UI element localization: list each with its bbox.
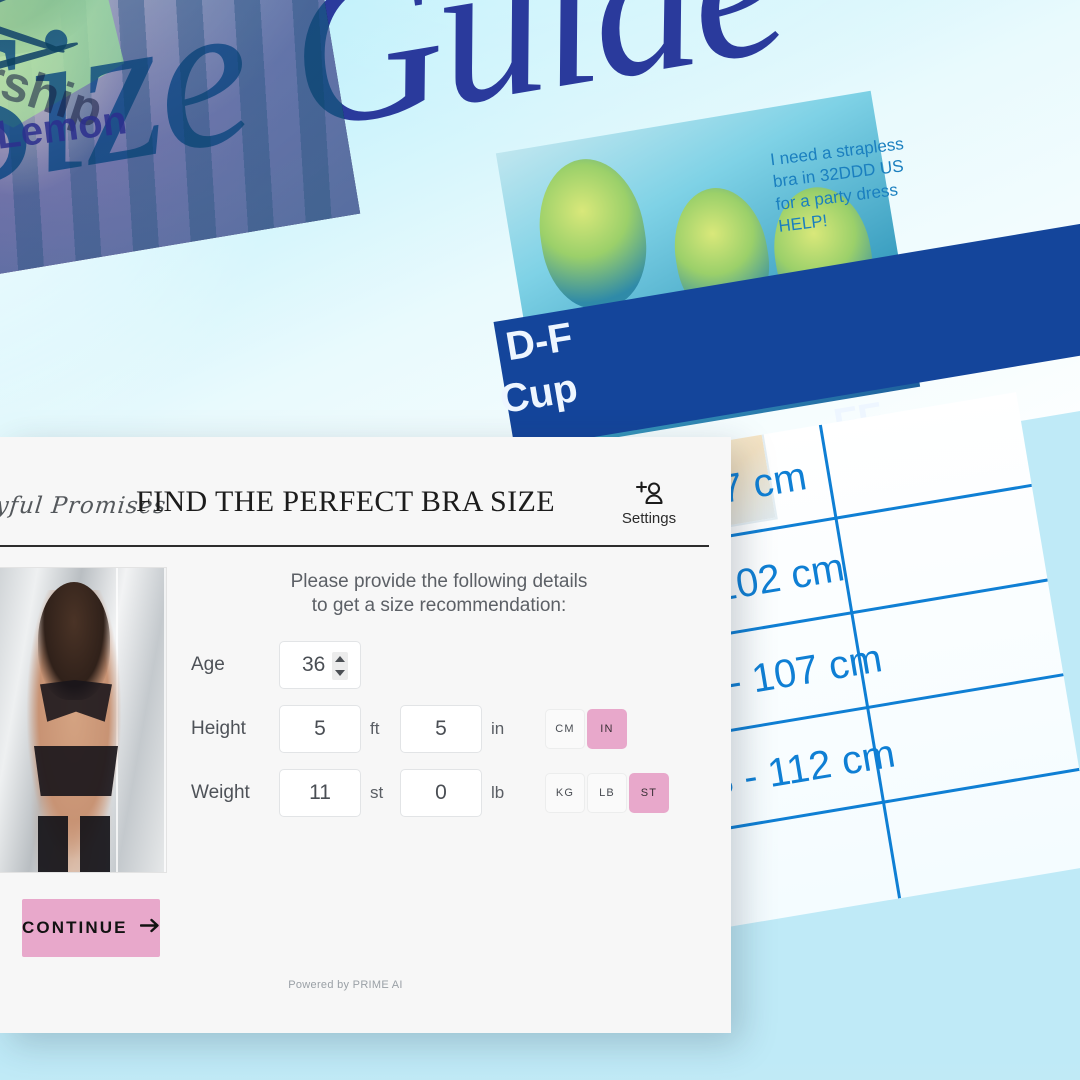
background-bottom-fade: [0, 1060, 1080, 1080]
weight-unit-kg[interactable]: KG: [545, 772, 585, 813]
weight-unit-lb[interactable]: LB: [587, 772, 627, 813]
continue-button[interactable]: CONTINUE: [22, 899, 160, 957]
widget-body: Please provide the following details to …: [0, 547, 731, 873]
weight-stone-input[interactable]: 11: [279, 768, 361, 817]
settings-label: Settings: [621, 510, 677, 527]
powered-by-footer: Powered by PRIME AI: [288, 979, 403, 991]
height-feet-value: 5: [314, 716, 326, 740]
weight-unit-toggle: KG LB ST: [545, 772, 671, 813]
weight-row: Weight 11 st 0 lb KG LB ST: [183, 768, 709, 817]
continue-label: CONTINUE: [22, 918, 128, 937]
model-photo: [0, 567, 167, 873]
height-inches-unit: in: [491, 718, 505, 738]
weight-unit-st[interactable]: ST: [629, 772, 669, 813]
widget-header: Playful Promises FIND THE PERFECT BRA SI…: [0, 437, 731, 547]
age-value: 36: [302, 652, 326, 676]
weight-pounds-value: 0: [435, 780, 447, 804]
measurement-form: Please provide the following details to …: [167, 567, 731, 873]
height-inches-value: 5: [435, 716, 447, 740]
form-instructions: Please provide the following details to …: [183, 570, 709, 619]
height-unit-toggle: CM IN: [545, 708, 629, 749]
height-feet-unit: ft: [370, 718, 380, 738]
height-label: Height: [191, 717, 246, 739]
weight-stone-unit: st: [370, 782, 384, 802]
age-label: Age: [191, 653, 225, 675]
settings-button[interactable]: Settings: [601, 481, 697, 527]
age-input[interactable]: 36: [279, 640, 361, 689]
age-row: Age 36: [183, 640, 709, 689]
weight-pounds-unit: lb: [491, 782, 505, 802]
bra-size-finder-widget: Playful Promises FIND THE PERFECT BRA SI…: [0, 437, 731, 1033]
height-row: Height 5 ft 5 in CM IN: [183, 704, 709, 753]
instructions-line-2: to get a size recommendation:: [311, 595, 567, 617]
age-stepper[interactable]: [332, 651, 348, 680]
stepper-up-icon[interactable]: [335, 655, 345, 662]
height-unit-cm[interactable]: CM: [545, 708, 585, 749]
height-unit-in[interactable]: IN: [587, 708, 627, 749]
background-customer-quote: I need a strapless bra in 32DDD US for a…: [769, 134, 905, 237]
arrow-right-icon: [139, 918, 160, 938]
weight-label: Weight: [191, 781, 250, 803]
height-feet-input[interactable]: 5: [279, 704, 361, 753]
stepper-down-icon[interactable]: [335, 669, 345, 676]
height-inches-input[interactable]: 5: [400, 704, 482, 753]
add-user-icon: [601, 481, 697, 507]
weight-stone-value: 11: [309, 780, 331, 804]
instructions-line-1: Please provide the following details: [290, 571, 588, 592]
weight-pounds-input[interactable]: 0: [400, 768, 482, 817]
